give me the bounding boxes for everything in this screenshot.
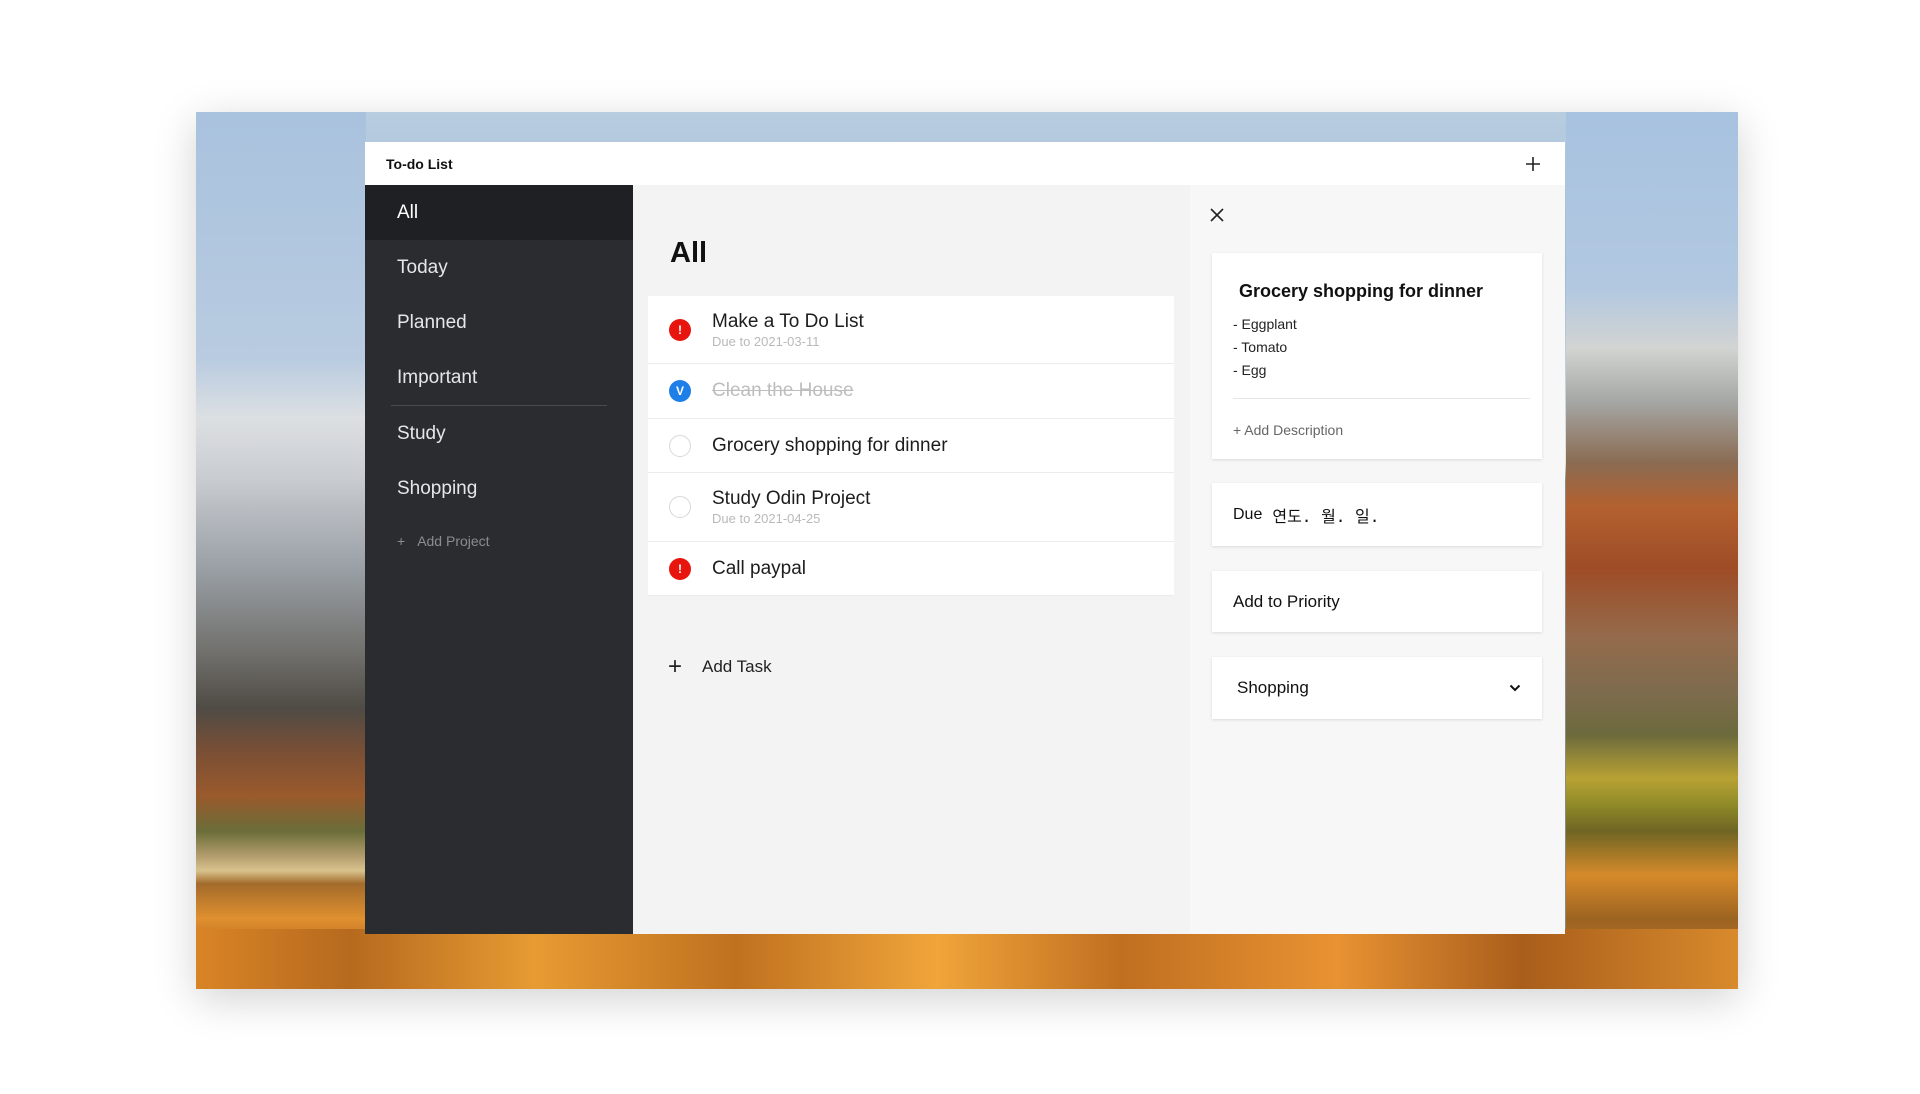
task-row[interactable]: ! Make a To Do List Due to 2021-03-11 xyxy=(648,296,1174,364)
task-name: Clean the House xyxy=(712,380,854,401)
new-item-button[interactable] xyxy=(1521,152,1545,176)
add-task-label: Add Task xyxy=(702,657,772,676)
close-button[interactable] xyxy=(1207,205,1227,225)
task-name: Study Odin Project xyxy=(712,488,871,509)
app-title: To-do List xyxy=(386,155,453,172)
task-name: Call paypal xyxy=(712,557,806,579)
task-row[interactable]: ! Call paypal xyxy=(648,542,1174,596)
checkbox-icon[interactable] xyxy=(669,496,691,518)
sidebar-item-label: Shopping xyxy=(397,477,478,499)
check-icon[interactable]: V xyxy=(669,380,691,402)
sidebar-item-label: All xyxy=(397,201,419,223)
sidebar-item-label: Study xyxy=(397,422,446,444)
task-detail-card: Grocery shopping for dinner - Eggplant -… xyxy=(1212,253,1542,459)
plus-icon: + xyxy=(668,653,683,680)
description-item: - Egg xyxy=(1233,362,1267,378)
divider xyxy=(1233,398,1530,399)
sidebar-item-today[interactable]: Today xyxy=(365,240,633,295)
task-row[interactable]: V Clean the House xyxy=(648,364,1174,419)
add-description-button[interactable]: + Add Description xyxy=(1233,422,1343,438)
sidebar-item-label: Today xyxy=(397,256,448,278)
sidebar-project-shopping[interactable]: Shopping xyxy=(365,461,633,516)
task-detail-title[interactable]: Grocery shopping for dinner xyxy=(1239,281,1483,302)
wallpaper-lake xyxy=(196,929,1738,989)
add-project-label: Add Project xyxy=(417,533,490,549)
project-select-value: Shopping xyxy=(1237,678,1309,697)
add-project-button[interactable]: + Add Project xyxy=(365,516,633,566)
task-detail-panel: Grocery shopping for dinner - Eggplant -… xyxy=(1190,185,1565,934)
important-icon[interactable]: ! xyxy=(669,557,691,580)
sidebar-item-planned[interactable]: Planned xyxy=(365,295,633,350)
add-task-button[interactable]: + Add Task xyxy=(648,649,1174,685)
important-icon[interactable]: ! xyxy=(669,318,691,341)
wallpaper-right-mountains xyxy=(1566,112,1738,989)
description-item: - Tomato xyxy=(1233,339,1288,355)
project-select[interactable]: Shopping xyxy=(1212,657,1542,719)
add-to-priority-button[interactable]: Add to Priority xyxy=(1212,571,1542,632)
task-row[interactable]: Grocery shopping for dinner xyxy=(648,419,1174,473)
task-text: Study Odin Project Due to 2021-04-25 xyxy=(712,488,870,526)
task-list: ! Make a To Do List Due to 2021-03-11 V … xyxy=(648,296,1174,596)
sidebar-item-all[interactable]: All xyxy=(365,185,633,240)
priority-label: Add to Priority xyxy=(1233,591,1340,611)
sidebar-item-label: Planned xyxy=(397,311,467,333)
task-list-panel: All ! Make a To Do List Due to 2021-03-1… xyxy=(633,185,1190,934)
sidebar-item-label: Important xyxy=(397,366,478,388)
task-name: Make a To Do List xyxy=(712,310,864,332)
due-date-card: Due 연도. 월. 일. xyxy=(1212,483,1542,546)
wallpaper-left-mountains xyxy=(196,112,366,989)
plus-icon xyxy=(1526,156,1540,171)
plus-icon: + xyxy=(397,533,406,549)
due-label: Due xyxy=(1233,505,1263,523)
sidebar: All Today Planned Important Study Shoppi… xyxy=(365,185,633,934)
description-item: - Eggplant xyxy=(1233,316,1297,332)
task-text: Make a To Do List Due to 2021-03-11 xyxy=(712,311,864,349)
titlebar: To-do List xyxy=(365,142,1565,185)
task-row[interactable]: Study Odin Project Due to 2021-04-25 xyxy=(648,473,1174,542)
sidebar-item-important[interactable]: Important xyxy=(365,350,633,405)
app-window: To-do List All Today Planned Important S… xyxy=(365,142,1565,934)
page-title: All xyxy=(670,237,708,269)
chevron-down-icon xyxy=(1508,681,1522,695)
task-due: Due to 2021-03-11 xyxy=(712,333,820,349)
checkbox-icon[interactable] xyxy=(669,434,691,457)
task-due: Due to 2021-04-25 xyxy=(712,511,821,526)
close-icon xyxy=(1210,208,1224,222)
sidebar-project-study[interactable]: Study xyxy=(365,406,633,461)
due-date-input[interactable]: 연도. 월. 일. xyxy=(1272,503,1379,527)
task-name: Grocery shopping for dinner xyxy=(712,434,948,456)
